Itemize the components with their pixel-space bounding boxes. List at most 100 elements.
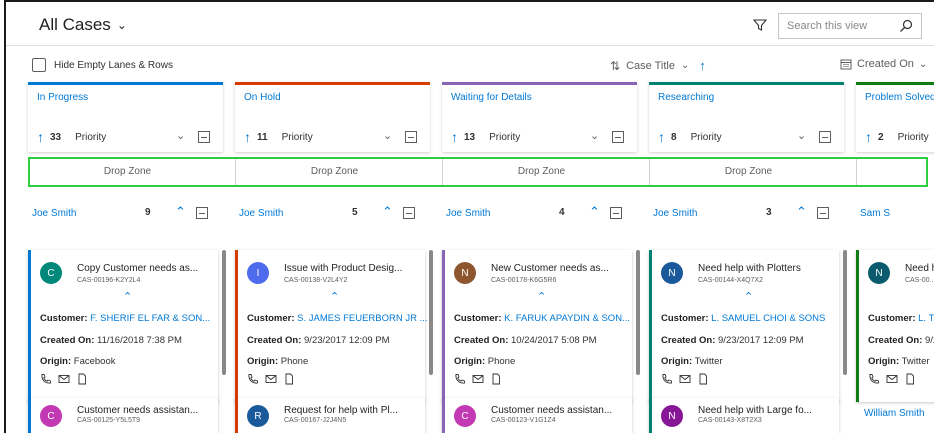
- sort-selector[interactable]: ⇅ Case Title ⌄ ↑: [610, 58, 706, 73]
- group-count: 3: [766, 207, 772, 218]
- arrow-up-icon: ↑: [244, 129, 251, 145]
- customer-link[interactable]: F. SHERIF EL FAR & SON...: [90, 313, 210, 324]
- document-icon[interactable]: [490, 373, 502, 385]
- chevron-up-icon[interactable]: ⌃: [330, 290, 339, 303]
- search-icon[interactable]: [899, 19, 913, 33]
- chevron-up-icon[interactable]: ⌃: [589, 204, 600, 220]
- lane-title: Problem Solved: [865, 92, 934, 103]
- phone-icon[interactable]: [661, 373, 673, 385]
- case-title[interactable]: Issue with Product Desig...: [284, 263, 419, 274]
- hide-empty-toggle[interactable]: Hide Empty Lanes & Rows: [32, 58, 173, 72]
- hide-empty-checkbox[interactable]: [32, 58, 46, 72]
- chevron-down-icon[interactable]: ⌄: [797, 129, 806, 142]
- case-id: CAS-00123-V1G1Z4: [491, 417, 556, 424]
- case-card[interactable]: N Need help with Large fo... CAS-00143-X…: [649, 398, 839, 433]
- collapse-lane-icon[interactable]: [198, 131, 210, 143]
- email-icon[interactable]: [265, 373, 277, 385]
- customer-link[interactable]: L. T...: [918, 313, 934, 324]
- chevron-up-icon[interactable]: ⌃: [175, 204, 186, 220]
- case-card[interactable]: N New Customer needs as... CAS-00178-K6G…: [442, 250, 632, 402]
- collapse-lane-icon[interactable]: [405, 131, 417, 143]
- card-actions: [661, 373, 709, 385]
- customer-link[interactable]: K. FARUK APAYDIN & SON...: [504, 313, 630, 324]
- case-title[interactable]: Copy Customer needs as...: [77, 263, 212, 274]
- lane-scrollbar[interactable]: [222, 250, 226, 375]
- sort-direction-icon[interactable]: ⇅: [610, 59, 620, 73]
- group-count: 9: [145, 207, 151, 218]
- collapse-group-icon[interactable]: [817, 207, 829, 219]
- case-card[interactable]: C Customer needs assistan... CAS-00123-V…: [442, 398, 632, 433]
- phone-icon[interactable]: [40, 373, 52, 385]
- created-on-selector[interactable]: Created On ⌄: [840, 58, 927, 70]
- case-title[interactable]: Request for help with Pl...: [284, 405, 419, 416]
- lane-scrollbar[interactable]: [843, 250, 847, 375]
- arrow-up-icon: ↑: [865, 129, 872, 145]
- lane-title: In Progress: [37, 92, 89, 103]
- group-owner[interactable]: William Smith: [864, 408, 925, 419]
- search-input[interactable]: [779, 20, 889, 32]
- chevron-up-icon[interactable]: ⌃: [382, 204, 393, 220]
- phone-icon[interactable]: [454, 373, 466, 385]
- document-icon[interactable]: [76, 373, 88, 385]
- search-box[interactable]: [778, 13, 922, 39]
- lane-sort-label: Priority: [489, 131, 521, 143]
- origin-field: Origin: Twitter: [661, 356, 723, 367]
- chevron-up-icon[interactable]: ⌃: [537, 290, 546, 303]
- chevron-up-icon[interactable]: ⌃: [744, 290, 753, 303]
- email-icon[interactable]: [886, 373, 898, 385]
- chevron-down-icon[interactable]: ⌄: [590, 129, 599, 142]
- chevron-up-icon[interactable]: ⌃: [796, 204, 807, 220]
- chevron-down-icon[interactable]: ⌄: [383, 129, 392, 142]
- customer-link[interactable]: L. SAMUEL CHOI & SONS: [711, 313, 825, 324]
- lane-scrollbar[interactable]: [429, 250, 433, 375]
- lane-title: Researching: [658, 92, 715, 103]
- chevron-down-icon[interactable]: ⌄: [176, 129, 185, 142]
- origin-field: Origin: Phone: [247, 356, 309, 367]
- customer-field: Customer: L. SAMUEL CHOI & SONS: [661, 313, 826, 324]
- sort-ascending-icon[interactable]: ↑: [699, 58, 706, 73]
- email-icon[interactable]: [679, 373, 691, 385]
- drop-zone-divider: [649, 159, 650, 185]
- collapse-lane-icon[interactable]: [612, 131, 624, 143]
- hide-empty-label: Hide Empty Lanes & Rows: [54, 59, 173, 71]
- customer-link[interactable]: S. JAMES FEUERBORN JR ...: [297, 313, 427, 324]
- phone-icon[interactable]: [247, 373, 259, 385]
- case-card[interactable]: R Request for help with Pl... CAS-00167-…: [235, 398, 425, 433]
- group-owner[interactable]: Sam S: [860, 208, 890, 219]
- group-owner[interactable]: Joe Smith: [653, 208, 697, 219]
- group-owner[interactable]: Joe Smith: [239, 208, 283, 219]
- case-title[interactable]: Customer needs assistan...: [491, 405, 626, 416]
- collapse-lane-icon[interactable]: [819, 131, 831, 143]
- case-card[interactable]: I Issue with Product Desig... CAS-00138-…: [235, 250, 427, 402]
- document-icon[interactable]: [697, 373, 709, 385]
- lane-scrollbar[interactable]: [636, 250, 640, 375]
- view-selector[interactable]: All Cases ⌄: [39, 15, 127, 35]
- group-owner[interactable]: Joe Smith: [446, 208, 490, 219]
- case-id: CAS-00138-V2L4Y2: [284, 277, 348, 284]
- customer-field: Customer: K. FARUK APAYDIN & SON...: [454, 313, 630, 324]
- group-owner[interactable]: Joe Smith: [32, 208, 76, 219]
- document-icon[interactable]: [904, 373, 916, 385]
- collapse-group-icon[interactable]: [403, 207, 415, 219]
- case-card[interactable]: N Need h... CAS-00... Customer: L. T... …: [856, 250, 934, 402]
- collapse-group-icon[interactable]: [196, 207, 208, 219]
- case-title[interactable]: New Customer needs as...: [491, 263, 626, 274]
- case-card[interactable]: C Copy Customer needs as... CAS-00196-K2…: [28, 250, 218, 402]
- filter-icon[interactable]: [752, 17, 768, 33]
- chevron-up-icon[interactable]: ⌃: [123, 290, 132, 303]
- collapse-group-icon[interactable]: [610, 207, 622, 219]
- chevron-down-icon: ⌄: [680, 60, 690, 71]
- phone-icon[interactable]: [868, 373, 880, 385]
- email-icon[interactable]: [472, 373, 484, 385]
- case-card[interactable]: N Need help with Plotters CAS-00144-X4Q7…: [649, 250, 839, 402]
- case-title[interactable]: Customer needs assistan...: [77, 405, 212, 416]
- case-title[interactable]: Need h...: [905, 263, 934, 274]
- case-title[interactable]: Need help with Large fo...: [698, 405, 833, 416]
- case-card[interactable]: C Customer needs assistan... CAS-00125-Y…: [28, 398, 218, 433]
- lane-stats: ↑ 33 Priority: [37, 129, 106, 145]
- swimlane-group: Joe Smith 3 ⌃: [649, 202, 844, 232]
- email-icon[interactable]: [58, 373, 70, 385]
- document-icon[interactable]: [283, 373, 295, 385]
- case-title[interactable]: Need help with Plotters: [698, 263, 833, 274]
- drop-zone[interactable]: Drop Zone Drop Zone Drop Zone Drop Zone: [28, 157, 928, 187]
